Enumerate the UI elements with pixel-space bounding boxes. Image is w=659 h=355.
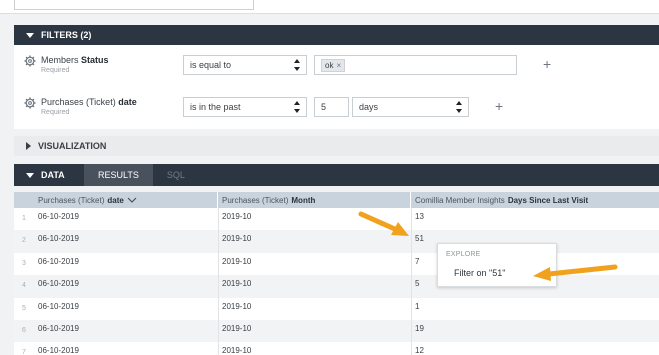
cell-date[interactable]: 06-10-2019 bbox=[34, 230, 79, 252]
table-row: 1 06-10-2019 2019-10 13 bbox=[14, 208, 659, 230]
table-header: Purchases (Ticket) date Purchases (Ticke… bbox=[14, 192, 659, 208]
filters-panel: Members Status Required is equal to ok ×… bbox=[14, 45, 659, 129]
operator-select[interactable]: is in the past bbox=[183, 97, 307, 117]
chip-remove-icon[interactable]: × bbox=[336, 61, 341, 70]
select-up-arrow-icon bbox=[294, 101, 300, 105]
filter-value-input[interactable]: ok × bbox=[314, 55, 517, 75]
collapse-caret-icon bbox=[26, 172, 34, 178]
operator-value: is in the past bbox=[190, 102, 241, 112]
cell-days[interactable]: 12 bbox=[411, 342, 424, 355]
select-down-arrow-icon bbox=[294, 109, 300, 113]
cell-days[interactable]: 19 bbox=[411, 320, 424, 342]
filter-field-view: Purchases (Ticket) bbox=[41, 97, 116, 107]
operator-value: is equal to bbox=[190, 60, 232, 70]
add-filter-plus-icon[interactable]: + bbox=[543, 57, 551, 71]
column-header-date[interactable]: Purchases (Ticket) date bbox=[34, 192, 218, 208]
sort-chevron-down-icon[interactable] bbox=[127, 197, 137, 203]
filter-row-purchases-date: Purchases (Ticket) date Required is in t… bbox=[14, 97, 659, 137]
select-up-arrow-icon bbox=[456, 101, 462, 105]
tab-results[interactable]: RESULTS bbox=[84, 164, 153, 186]
table-row: 6 06-10-2019 2019-10 19 bbox=[14, 320, 659, 343]
expand-caret-icon bbox=[26, 142, 31, 150]
results-table: Purchases (Ticket) date Purchases (Ticke… bbox=[14, 192, 659, 355]
table-row: 5 06-10-2019 2019-10 1 bbox=[14, 298, 659, 320]
column-view-name: Purchases (Ticket) bbox=[38, 195, 105, 205]
cell-month[interactable]: 2019-10 bbox=[218, 230, 251, 252]
row-number: 2 bbox=[22, 237, 26, 245]
cell-month[interactable]: 2019-10 bbox=[218, 275, 251, 297]
row-number: 7 bbox=[22, 349, 26, 355]
column-view-name: Purchases (Ticket) bbox=[222, 195, 289, 205]
select-down-arrow-icon bbox=[294, 67, 300, 71]
cell-days[interactable]: 1 bbox=[411, 298, 419, 320]
column-divider bbox=[218, 208, 219, 355]
explore-header: EXPLORE bbox=[446, 251, 481, 258]
collapse-caret-icon bbox=[26, 32, 34, 38]
cell-days[interactable]: 7 bbox=[411, 253, 419, 275]
top-input-remnant[interactable] bbox=[14, 0, 254, 10]
gear-icon[interactable] bbox=[24, 97, 36, 109]
chip-text: ok bbox=[325, 60, 334, 70]
cell-days[interactable]: 5 bbox=[411, 275, 419, 297]
cell-month[interactable]: 2019-10 bbox=[218, 208, 251, 230]
cell-date[interactable]: 06-10-2019 bbox=[34, 275, 79, 297]
cell-month[interactable]: 2019-10 bbox=[218, 298, 251, 320]
filter-required-label: Required bbox=[41, 67, 70, 74]
amount-value: 5 bbox=[321, 102, 327, 112]
top-toolbar bbox=[0, 0, 659, 14]
cell-month[interactable]: 2019-10 bbox=[218, 320, 251, 342]
column-field-name: date bbox=[107, 195, 124, 205]
select-down-arrow-icon bbox=[456, 109, 462, 113]
gear-icon[interactable] bbox=[24, 55, 36, 67]
cell-days[interactable]: 13 bbox=[411, 208, 424, 230]
column-field-name: Days Since Last Visit bbox=[507, 195, 589, 205]
row-number: 4 bbox=[22, 282, 26, 290]
cell-date[interactable]: 06-10-2019 bbox=[34, 253, 79, 275]
data-section-header: DATA RESULTS SQL bbox=[14, 164, 659, 186]
column-field-name: Month bbox=[291, 195, 316, 205]
cell-date[interactable]: 06-10-2019 bbox=[34, 298, 79, 320]
amount-input[interactable]: 5 bbox=[314, 97, 349, 117]
data-title: DATA bbox=[41, 170, 65, 180]
unit-value: days bbox=[359, 102, 379, 112]
filter-on-value-menu-item[interactable]: Filter on "51" bbox=[454, 268, 505, 278]
cell-date[interactable]: 06-10-2019 bbox=[34, 342, 79, 355]
filter-required-label: Required bbox=[41, 109, 70, 116]
tab-sql[interactable]: SQL bbox=[153, 164, 199, 186]
row-number: 6 bbox=[22, 327, 26, 334]
column-header-days-since-last-visit[interactable]: Comillia Member Insights Days Since Last… bbox=[411, 192, 659, 208]
table-row: 4 06-10-2019 2019-10 5 bbox=[14, 275, 659, 298]
column-divider bbox=[411, 208, 412, 355]
operator-select[interactable]: is equal to bbox=[183, 55, 307, 75]
table-row: 3 06-10-2019 2019-10 7 bbox=[14, 253, 659, 275]
visualization-title: VISUALIZATION bbox=[38, 141, 107, 151]
cell-month[interactable]: 2019-10 bbox=[218, 253, 251, 275]
filter-field-label: Members Status bbox=[41, 55, 109, 65]
cell-month[interactable]: 2019-10 bbox=[218, 342, 251, 355]
select-up-arrow-icon bbox=[294, 59, 300, 63]
cell-date[interactable]: 06-10-2019 bbox=[34, 320, 79, 342]
filters-title: FILTERS (2) bbox=[41, 30, 92, 40]
filter-field-name: Status bbox=[81, 55, 109, 65]
column-view-name: Comillia Member Insights bbox=[415, 195, 505, 205]
explore-popup-menu: EXPLORE Filter on "51" bbox=[437, 243, 557, 287]
filter-row-members-status: Members Status Required is equal to ok ×… bbox=[14, 55, 659, 95]
visualization-section-header[interactable]: VISUALIZATION bbox=[14, 136, 659, 156]
data-toggle[interactable]: DATA bbox=[14, 164, 84, 186]
row-number: 1 bbox=[22, 215, 26, 222]
table-row: 2 06-10-2019 2019-10 51 bbox=[14, 230, 659, 253]
row-number: 5 bbox=[22, 304, 26, 312]
column-header-month[interactable]: Purchases (Ticket) Month bbox=[218, 192, 411, 208]
row-number: 3 bbox=[22, 259, 26, 267]
cell-date[interactable]: 06-10-2019 bbox=[34, 208, 79, 230]
filters-section-header[interactable]: FILTERS (2) bbox=[14, 25, 659, 45]
filter-field-name: date bbox=[118, 97, 137, 107]
cell-days[interactable]: 51 bbox=[411, 230, 424, 252]
filter-field-view: Members bbox=[41, 55, 79, 65]
add-filter-plus-icon[interactable]: + bbox=[495, 99, 503, 113]
unit-select[interactable]: days bbox=[352, 97, 469, 117]
value-chip: ok × bbox=[321, 58, 346, 72]
table-row: 7 06-10-2019 2019-10 12 bbox=[14, 342, 659, 355]
filter-field-label: Purchases (Ticket) date bbox=[41, 97, 137, 107]
